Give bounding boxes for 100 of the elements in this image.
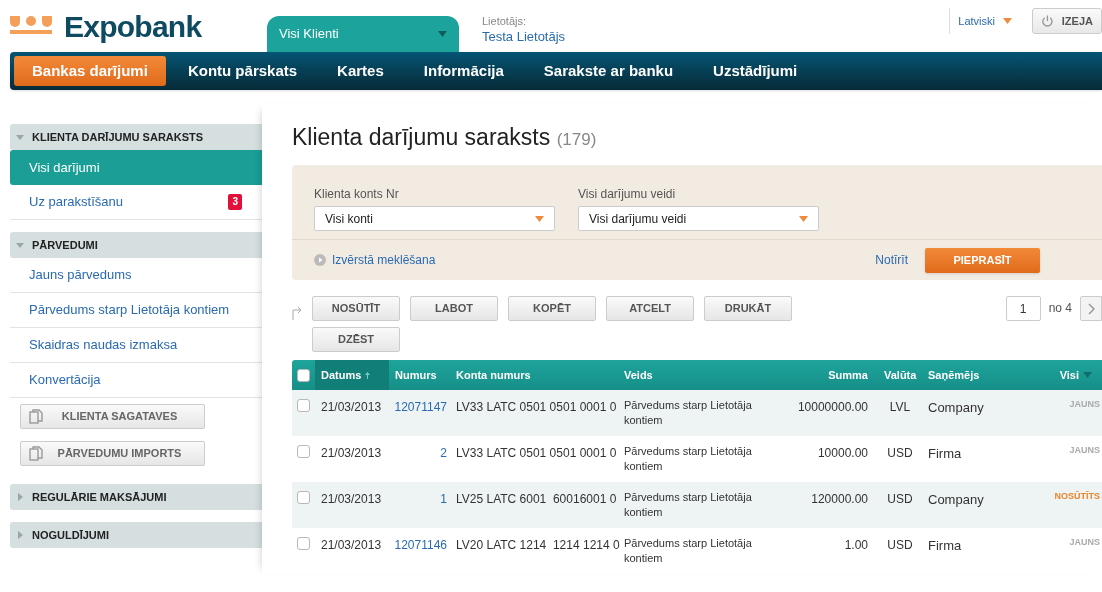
action-button[interactable]: DZĒST xyxy=(312,327,400,352)
caret-icon xyxy=(799,215,808,222)
corner-arrow-icon xyxy=(292,306,302,320)
table-cell-text: 21/03/2013 xyxy=(320,537,383,554)
sidebar-item[interactable]: Pārvedums starp Lietotāja kontiem xyxy=(10,293,262,328)
logo-text: Expobank xyxy=(64,8,202,45)
nav-tab[interactable]: Uzstādījumi xyxy=(695,56,816,86)
nav-tab[interactable]: Kartes xyxy=(319,56,402,86)
user-name-link[interactable]: Testa Lietotājs xyxy=(482,29,566,44)
sidebar-action-button[interactable]: PĀRVEDUMU IMPORTS xyxy=(20,441,205,466)
table-cell-text: LV33 LATC 0501 0501 0001 0 xyxy=(455,399,618,416)
column-header[interactable]: Datums xyxy=(315,360,389,390)
checkbox[interactable] xyxy=(297,491,310,504)
table-cell-text: USD xyxy=(886,445,914,462)
sort-up-icon xyxy=(365,371,371,379)
sidebar-section-header[interactable]: NOGULDĪJUMI xyxy=(10,522,262,548)
logout-button[interactable]: IZEJA xyxy=(1032,8,1102,34)
table-cell-text: USD xyxy=(886,537,914,554)
number-link[interactable]: 12071147 xyxy=(389,398,450,416)
table-cell-text: LV33 LATC 0501 0501 0001 0 xyxy=(455,445,618,462)
documents-icon xyxy=(29,446,43,461)
table-cell-text: Pārvedums starp Lietotāja kontiem xyxy=(623,444,753,474)
table-cell-text: Pārvedums starp Lietotāja kontiem xyxy=(623,490,753,520)
page-number-field[interactable]: 1 xyxy=(1005,296,1041,321)
action-button[interactable]: KOPĒT xyxy=(508,296,596,321)
sidebar-item[interactable]: Uz parakstīšanu 3 xyxy=(10,185,262,220)
action-button[interactable]: ATCELT xyxy=(606,296,694,321)
table-cell-text: 120000.00 xyxy=(810,491,869,508)
action-button[interactable]: LABOT xyxy=(410,296,498,321)
nav-tab[interactable]: Informācija xyxy=(405,56,522,86)
column-header[interactable]: Konta numurs xyxy=(450,360,618,390)
table-cell-text: Company xyxy=(927,399,985,417)
table-cell-text: Firma xyxy=(927,445,963,463)
table-cell-text: 10000.00 xyxy=(816,445,869,462)
action-button[interactable]: NOSŪTĪT xyxy=(312,296,400,321)
power-icon xyxy=(1041,14,1054,28)
expand-icon xyxy=(16,531,24,539)
caret-icon xyxy=(438,31,447,37)
sidebar-item[interactable]: Jauns pārvedums xyxy=(10,258,262,293)
client-selector-tab[interactable]: Visi Klienti xyxy=(267,16,459,52)
table-cell-text: Company xyxy=(927,491,985,509)
table-cell-text: 1.00 xyxy=(843,537,869,554)
caret-icon xyxy=(1003,18,1012,24)
status-label: JAUNS xyxy=(1068,444,1101,457)
nav-tab[interactable]: Sarakste ar banku xyxy=(525,56,692,86)
sidebar-section-header[interactable]: REGULĀRIE MAKSĀJUMI xyxy=(10,484,262,510)
sidebar-action-button[interactable]: KLIENTA SAGATAVES xyxy=(20,404,205,429)
collapse-icon xyxy=(16,241,24,249)
checkbox[interactable] xyxy=(297,537,310,550)
sidebar-item[interactable]: Visi darījumi xyxy=(10,150,262,185)
expand-icon xyxy=(16,493,24,501)
number-link[interactable]: 12071146 xyxy=(389,536,450,554)
sidebar-section-header[interactable]: KLIENTA DARĪJUMU SARAKSTS xyxy=(10,124,262,150)
table-cell-text: 21/03/2013 xyxy=(320,491,383,508)
play-icon xyxy=(314,254,326,266)
page-count: no 4 xyxy=(1048,300,1072,317)
advanced-search-link[interactable]: Izvērstā meklēšana xyxy=(332,251,436,269)
table-cell-text: 21/03/2013 xyxy=(320,399,383,416)
documents-icon xyxy=(29,409,43,424)
field-label: Klienta konts Nr xyxy=(314,186,400,203)
column-header[interactable]: Saņēmējs xyxy=(922,360,1040,390)
table-cell-text: USD xyxy=(886,491,914,508)
checkbox[interactable] xyxy=(297,399,310,412)
table-cell-text: LV20 LATC 1214 1214 1214 0 xyxy=(455,537,618,554)
collapse-icon xyxy=(16,133,24,141)
number-link[interactable]: 1 xyxy=(389,490,450,508)
dropdown-field[interactable]: Visi konti xyxy=(314,206,555,231)
next-page-button[interactable] xyxy=(1080,296,1102,321)
table-cell-text: 10000000.00 xyxy=(796,399,869,416)
caret-icon xyxy=(535,215,544,222)
language-selector[interactable]: Latviski xyxy=(958,12,1012,30)
column-header[interactable]: Summa xyxy=(790,360,878,390)
number-link[interactable]: 2 xyxy=(389,444,450,462)
field-label: Visi darījumu veidi xyxy=(578,186,677,203)
status-label: JAUNS xyxy=(1068,398,1101,411)
sidebar-item[interactable]: Konvertācija xyxy=(10,363,262,398)
table-cell-text: 21/03/2013 xyxy=(320,445,383,462)
column-header[interactable]: Valūta xyxy=(878,360,922,390)
dropdown-field[interactable]: Visi darījumu veidi xyxy=(578,206,819,231)
column-header[interactable]: Veids xyxy=(618,360,790,390)
checkbox[interactable] xyxy=(297,368,310,382)
column-header[interactable]: Visi xyxy=(1040,360,1102,390)
status-label: NOSŪTĪTS xyxy=(1053,490,1101,503)
status-label: JAUNS xyxy=(1068,536,1101,549)
checkbox[interactable] xyxy=(297,445,310,458)
count-badge: 3 xyxy=(228,194,242,210)
action-button[interactable]: DRUKĀT xyxy=(704,296,792,321)
column-header[interactable]: Numurs xyxy=(389,360,450,390)
sidebar-item[interactable]: Skaidras naudas izmaksa xyxy=(10,328,262,363)
user-label: Lietotājs: xyxy=(482,14,528,29)
sidebar-section-header[interactable]: PĀRVEDUMI xyxy=(10,232,262,258)
table-cell-text: LVL xyxy=(888,399,912,416)
page-title: Klienta darījumu saraksts (179) xyxy=(292,124,598,152)
table-cell-text: Pārvedums starp Lietotāja kontiem xyxy=(623,398,753,428)
caret-icon xyxy=(1083,372,1092,378)
table-cell-text: LV25 LATC 6001 60016001 0 xyxy=(455,491,618,508)
table-cell-text: Pārvedums starp Lietotāja kontiem xyxy=(623,536,753,566)
table-cell-text: Firma xyxy=(927,537,963,555)
clear-link[interactable]: Notīrīt xyxy=(875,251,908,269)
nav-tab[interactable]: Kontu pārskats xyxy=(169,56,316,86)
